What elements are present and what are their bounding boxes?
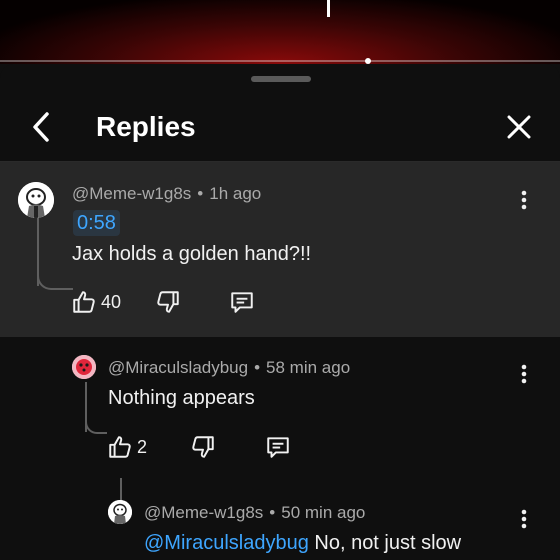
- comment-text: Jax holds a golden hand?!!: [72, 243, 312, 265]
- comment-meta: @Meme-w1g8s • 1h ago: [72, 183, 261, 205]
- reply-button[interactable]: [229, 287, 255, 317]
- like-count: 2: [137, 437, 148, 457]
- more-vert-icon: [521, 190, 527, 210]
- comment-time: 50 min ago: [281, 503, 366, 522]
- thumb-down-icon: [157, 291, 179, 313]
- back-button[interactable]: [26, 110, 56, 144]
- user-mention-link[interactable]: @Miraculsladybug: [144, 532, 309, 554]
- video-content-line: [327, 0, 330, 17]
- comment-meta: @Meme-w1g8s • 50 min ago: [144, 502, 365, 524]
- comment-text: @Miraculsladybug No, not just slow: [144, 530, 461, 556]
- page-title: Replies: [96, 111, 196, 142]
- more-vert-icon: [521, 364, 527, 384]
- like-button[interactable]: 40: [71, 287, 121, 317]
- like-count: 40: [101, 292, 122, 312]
- video-progress-bar[interactable]: [0, 60, 560, 62]
- comment-menu-button[interactable]: [514, 186, 534, 214]
- close-button[interactable]: [502, 110, 536, 144]
- comment-menu-button[interactable]: [514, 360, 534, 388]
- meta-separator: •: [197, 184, 204, 203]
- video-player-area[interactable]: [0, 0, 560, 64]
- video-timestamp-link[interactable]: 0:58: [73, 210, 120, 236]
- thread-connector-curve: [37, 272, 73, 290]
- sheet-drag-handle[interactable]: [251, 76, 311, 82]
- dislike-button[interactable]: [190, 432, 216, 462]
- meta-separator: •: [254, 358, 261, 377]
- comment-time: 58 min ago: [266, 358, 351, 377]
- more-vert-icon: [521, 509, 527, 529]
- comment-author[interactable]: @Meme-w1g8s: [72, 184, 191, 203]
- avatar[interactable]: [108, 500, 132, 524]
- avatar-image: [18, 182, 54, 218]
- thumb-down-icon: [192, 436, 214, 458]
- comment-menu-button[interactable]: [514, 505, 534, 533]
- avatar-image: [108, 500, 132, 524]
- thumb-up-icon: [73, 291, 95, 313]
- dislike-button[interactable]: [155, 287, 181, 317]
- comment-time: 1h ago: [209, 184, 262, 203]
- comment-text-body: No, not just slow: [308, 532, 462, 554]
- comment-author[interactable]: @Miraculsladybug: [108, 358, 248, 377]
- back-arrow-icon: [33, 112, 49, 142]
- reply-comment-icon: [231, 292, 253, 313]
- avatar[interactable]: [72, 355, 96, 379]
- like-button[interactable]: 2: [107, 432, 147, 462]
- thumb-up-icon: [109, 436, 131, 458]
- avatar-image: [72, 355, 96, 379]
- avatar[interactable]: [18, 182, 54, 218]
- reply-comment-icon: [267, 437, 289, 458]
- meta-separator: •: [269, 503, 276, 522]
- reply-button[interactable]: [265, 432, 291, 462]
- comment-meta: @Miraculsladybug • 58 min ago: [108, 357, 350, 379]
- close-icon: [507, 115, 531, 139]
- comment-text: Nothing appears: [108, 387, 255, 409]
- comment-author[interactable]: @Meme-w1g8s: [144, 503, 263, 522]
